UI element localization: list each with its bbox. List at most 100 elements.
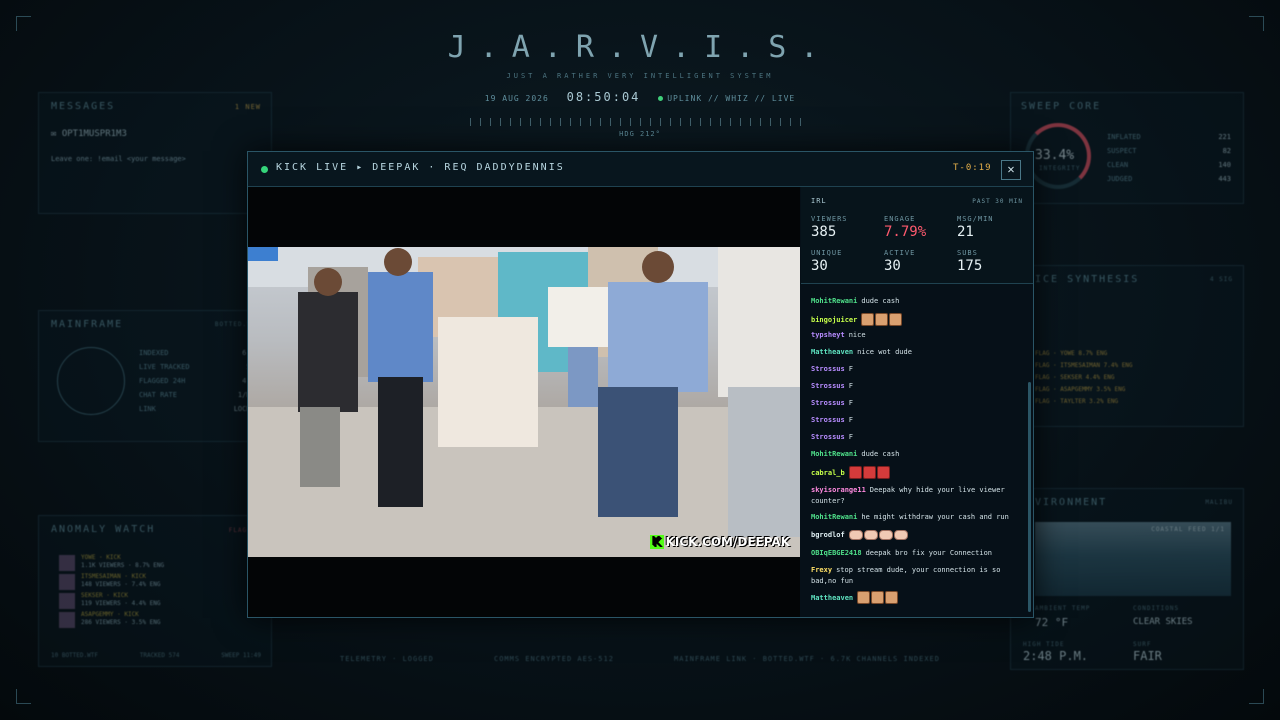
heading-ruler (470, 118, 810, 126)
sweep-row-key: CLEAN (1107, 161, 1129, 169)
video-player[interactable]: K KICK.COM/DEEPAK (248, 187, 800, 617)
anomaly-item[interactable]: YOWE · KICK 1.1K VIEWERS · 8.7% ENG (59, 554, 259, 573)
footer-strip: TELEMETRY · LOGGED COMMS ENCRYPTED AES-51… (340, 655, 940, 663)
chat-message: Strossus F (811, 415, 1021, 426)
anomaly-avatar (59, 612, 75, 628)
anomaly-footer-item: 10 BOTTED.WTF (51, 652, 98, 659)
emote-icon (857, 591, 871, 604)
stats-window: PAST 30 MIN (972, 198, 1023, 205)
mainframe-row: INDEXED6.7K (139, 349, 259, 357)
chat-message: OBIqEBGE2418 deepak bro fix your Connecti… (811, 548, 1021, 559)
anomaly-item-name: YOWE · KICK (81, 554, 121, 561)
chat-text: he might withdraw your cash and run (861, 513, 1009, 521)
chat-username[interactable]: OBIqEBGE2418 (811, 549, 862, 557)
anomaly-item-meta: 148 VIEWERS · 7.4% ENG (81, 581, 161, 588)
chat-username[interactable]: MohitRewani (811, 297, 857, 305)
chat-username[interactable]: MohitRewani (811, 513, 857, 521)
mainframe-row: LINKLOCKED (139, 405, 259, 413)
mainframe-row-key: FLAGGED 24H (139, 377, 186, 385)
chat-username[interactable]: MohitRewani (811, 450, 857, 458)
mainframe-row: FLAGGED 24H4.7K (139, 377, 259, 385)
chat-message: Strossus F (811, 381, 1021, 392)
stat-value: 21 (957, 224, 974, 240)
anomaly-footer-item: TRACKED 574 (139, 652, 180, 659)
chat-scrollbar[interactable] (1028, 382, 1031, 612)
chat-username[interactable]: Strossus (811, 382, 845, 390)
video-frame[interactable]: K KICK.COM/DEEPAK (248, 247, 800, 557)
surf-value: FAIR (1133, 649, 1162, 663)
voice-flags: FLAG · YOWE 8.7% ENG FLAG · ITSMESAIMAN 7… (1035, 350, 1235, 410)
footer-strip-item: MAINFRAME LINK · BOTTED.WTF · 6.7K CHANN… (674, 655, 940, 663)
anomaly-panel: ANOMALY WATCH FLAGGED YOWE · KICK 1.1K VI… (38, 515, 272, 667)
emote-icon (871, 591, 885, 604)
tide-value: 2:48 P.M. (1023, 649, 1089, 663)
mainframe-title: MAINFRAME (51, 319, 124, 330)
chat-username[interactable]: Strossus (811, 433, 845, 441)
footer-strip-item: TELEMETRY · LOGGED (340, 655, 434, 663)
chat-username[interactable]: bingojuicer (811, 316, 857, 324)
conditions-label: CONDITIONS (1133, 605, 1180, 612)
anomaly-item[interactable]: SEKSER · KICK 119 VIEWERS · 4.4% ENG (59, 592, 259, 611)
stat-label: VIEWERS (811, 215, 848, 223)
anomaly-item[interactable]: ASAPGEMMY · KICK 286 VIEWERS · 3.5% ENG (59, 611, 259, 630)
frame-corner-tr (1249, 16, 1264, 31)
sweep-row: JUDGED 443 (1107, 175, 1231, 183)
anomaly-item-meta: 1.1K VIEWERS · 8.7% ENG (81, 562, 165, 569)
stream-modal: KICK LIVE ▸ DEEPAK · REQ DADDYDENNIS T-0… (247, 151, 1034, 618)
voice-flag: FLAG · SEKSER 4.4% ENG (1035, 374, 1115, 381)
chat-username[interactable]: typsheyt (811, 331, 845, 339)
close-button[interactable]: ✕ (1001, 160, 1021, 180)
anomaly-item-name: SEKSER · KICK (81, 592, 128, 599)
sweep-row-value: 82 (1222, 147, 1231, 155)
frame-corner-br (1249, 689, 1264, 704)
voice-flag: FLAG · ASAPGEMMY 3.5% ENG (1035, 386, 1126, 393)
chat-text: dude cash (861, 297, 900, 305)
chat-username[interactable]: Strossus (811, 365, 845, 373)
frame-corner-tl (16, 16, 31, 31)
chat-username[interactable]: skyisorange11 (811, 486, 866, 494)
sweep-core-panel: SWEEP CORE 33.4% INTEGRITY INFLATED 221 SU… (1010, 92, 1244, 204)
chat-message: cabral_b (811, 466, 1021, 479)
voice-tag: 4 SIG (1209, 276, 1233, 283)
emote-icon (875, 313, 889, 326)
chat-username[interactable]: Frexy (811, 566, 832, 574)
chat-username[interactable]: bgrodlof (811, 531, 845, 539)
emote-icon (848, 530, 863, 540)
mainframe-row: LIVE TRACKED574 (139, 363, 259, 371)
modal-title: KICK LIVE ▸ DEEPAK · REQ DADDYDENNIS (276, 162, 565, 173)
messages-user-name: OPT1MUSPR1M3 (61, 129, 127, 139)
temp-label: AMBIENT TEMP (1035, 605, 1091, 612)
anomaly-item-meta: 286 VIEWERS · 3.5% ENG (81, 619, 161, 626)
sweep-row-key: INFLATED (1107, 133, 1141, 141)
messages-badge: 1 NEW (234, 103, 261, 111)
header-date: 19 AUG 2026 (484, 94, 549, 103)
chat-username[interactable]: Mattheaven (811, 348, 853, 356)
temp-value: 72 °F (1035, 616, 1069, 629)
stat-value: 7.79% (884, 224, 927, 240)
stat-value: 30 (811, 258, 828, 274)
coastal-feed: COASTAL FEED 1/1 (1035, 522, 1231, 596)
chat-message: Strossus F (811, 398, 1021, 409)
chat-username[interactable]: Mattheaven (811, 594, 853, 602)
coastal-feed-label: COASTAL FEED 1/1 (1151, 526, 1225, 533)
chat-username[interactable]: Strossus (811, 399, 845, 407)
emote-icon (878, 530, 893, 540)
mainframe-row: CHAT RATE1/MIN (139, 391, 259, 399)
chat-username[interactable]: cabral_b (811, 469, 845, 477)
chat-text: F (848, 399, 853, 407)
stat-label: ACTIVE (884, 249, 916, 257)
live-indicator-icon (261, 166, 268, 173)
anomaly-item-name: ASAPGEMMY · KICK (81, 611, 139, 618)
emote-icon (889, 313, 903, 326)
chat-message: bgrodlof (811, 530, 1021, 541)
chat-message: skyisorange11 Deepak why hide your live v… (811, 485, 1021, 507)
chat-message: Mattheaven (811, 591, 1021, 604)
anomaly-item[interactable]: ITSMESAIMAN · KICK 148 VIEWERS · 7.4% ENG (59, 573, 259, 592)
chat-log[interactable]: MohitRewani dude cash bingojuicer typsheyt n… (801, 284, 1025, 617)
voice-flag: FLAG · TAYLTER 3.2% ENG (1035, 398, 1119, 405)
emote-icon (861, 313, 875, 326)
voice-synthesis-panel: ICE SYNTHESIS 4 SIG FLAG · YOWE 8.7% ENG… (1010, 265, 1244, 427)
chat-username[interactable]: Strossus (811, 416, 845, 424)
mainframe-row-key: LIVE TRACKED (139, 363, 190, 371)
modal-title-bar: KICK LIVE ▸ DEEPAK · REQ DADDYDENNIS T-0… (248, 152, 1033, 187)
